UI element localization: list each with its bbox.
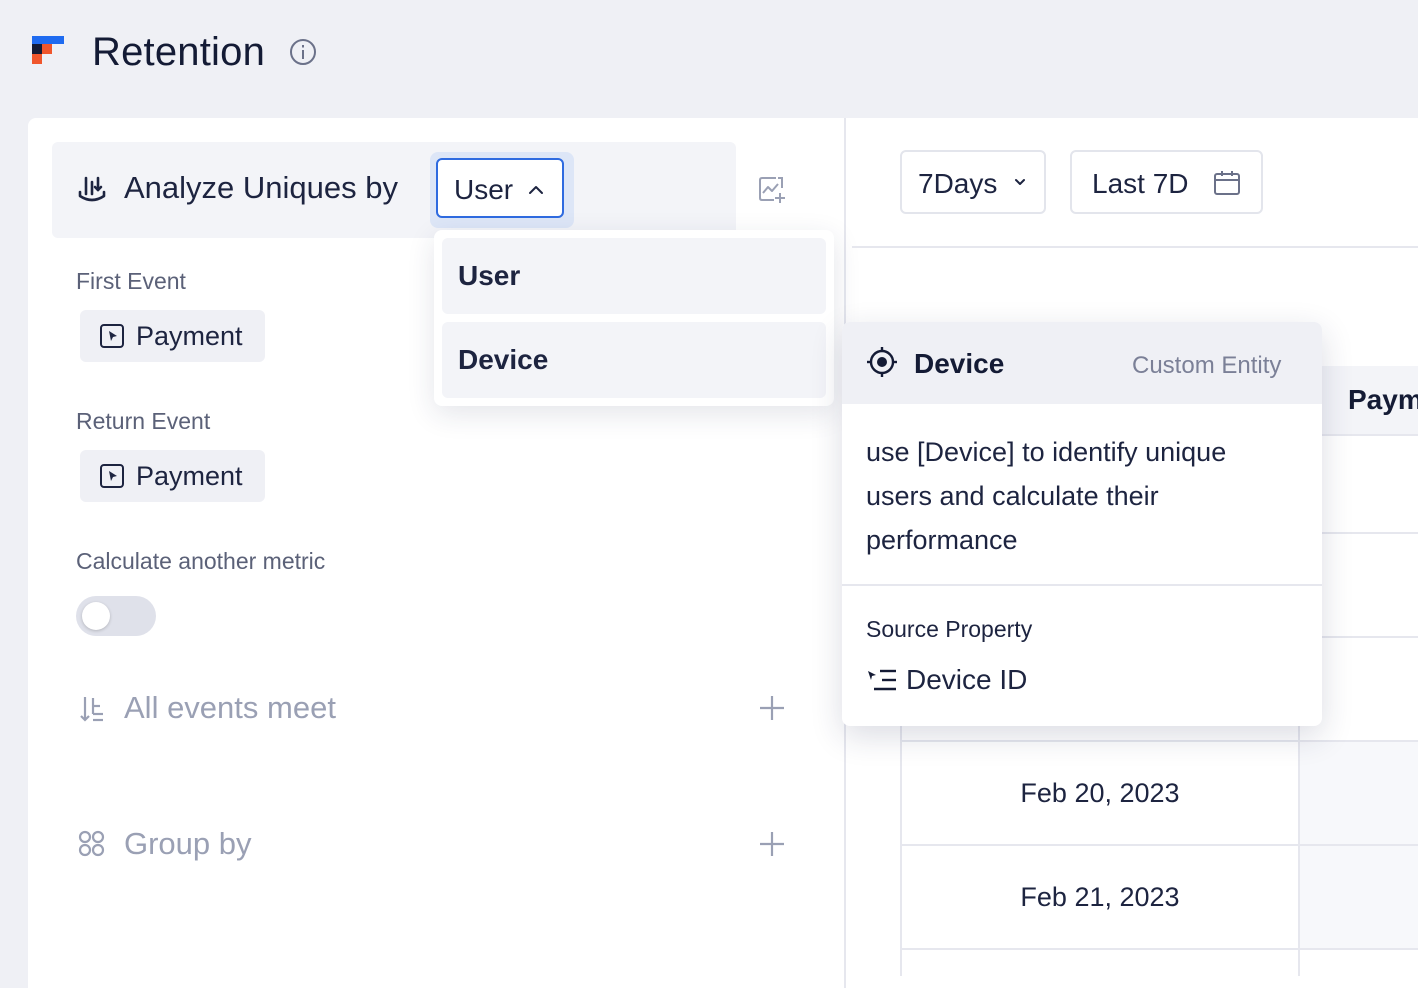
group-by-heading: Group by	[124, 826, 252, 861]
tooltip-title: Device	[914, 348, 1005, 379]
filter-heading: All events meet	[124, 690, 336, 725]
calendar-icon	[1214, 171, 1240, 195]
group-by-icon	[78, 830, 105, 857]
table-grid-line	[1298, 726, 1300, 976]
first-event-label: First Event	[76, 268, 186, 294]
add-group-by-icon[interactable]	[758, 830, 786, 858]
first-event-value: Payment	[136, 321, 243, 351]
table-row-divider	[900, 844, 1418, 846]
dropdown-option-label: User	[458, 260, 521, 291]
table-row-divider	[900, 948, 1418, 950]
toggle-knob	[82, 602, 110, 630]
sort-filter-icon	[80, 697, 103, 722]
table-row-divider	[1322, 434, 1418, 436]
event-icon	[100, 324, 124, 348]
property-icon	[868, 669, 896, 691]
return-event-label: Return Event	[76, 408, 211, 434]
page-title: Retention	[92, 30, 266, 74]
chevron-up-icon	[529, 186, 543, 194]
table-row-date: Feb 20, 2023	[1020, 778, 1180, 808]
analyze-uniques-label: Analyze Uniques by	[124, 170, 398, 205]
table-grid-line	[900, 726, 902, 976]
tooltip-divider	[842, 584, 1322, 586]
table-row-divider	[1322, 532, 1418, 534]
analyze-uniques-icon	[78, 176, 106, 202]
table-cell	[1300, 846, 1418, 948]
source-property-value: Device ID	[906, 664, 1028, 695]
add-filter-icon[interactable]	[758, 694, 786, 722]
table-cell	[1300, 742, 1418, 844]
target-icon	[867, 347, 897, 377]
entity-select-value: User	[454, 174, 514, 205]
tooltip-description: use [Device] to identify unique users an…	[866, 437, 1227, 555]
event-icon	[100, 464, 124, 488]
range-select-value: 7Days	[918, 168, 998, 199]
chevron-down-icon	[1015, 179, 1025, 185]
date-picker-value: Last 7D	[1092, 168, 1189, 199]
table-column-header: Paym	[1348, 384, 1418, 415]
tooltip-entity-type: Custom Entity	[1132, 352, 1282, 379]
table-row-divider	[1322, 636, 1418, 638]
table-row-date: Feb 21, 2023	[1020, 882, 1180, 912]
table-row-divider	[900, 740, 1418, 742]
app-logo	[32, 36, 64, 64]
dropdown-option-label: Device	[458, 344, 549, 375]
add-chart-icon[interactable]	[756, 174, 786, 204]
toolbar-divider	[852, 246, 1418, 248]
source-property-label: Source Property	[866, 616, 1033, 642]
return-event-value: Payment	[136, 461, 243, 491]
info-icon[interactable]	[289, 38, 317, 66]
another-metric-label: Calculate another metric	[76, 548, 326, 574]
